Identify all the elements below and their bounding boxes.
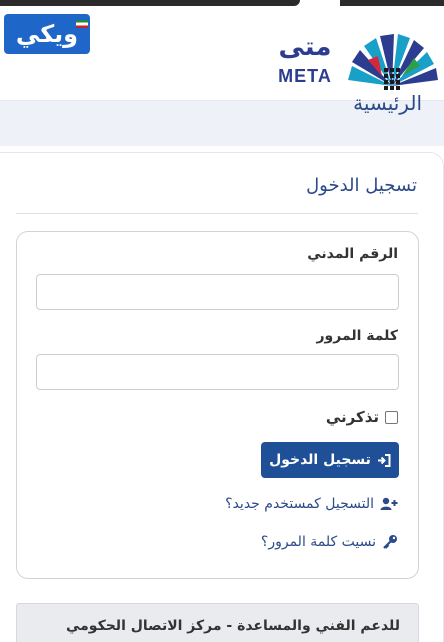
user-plus-icon — [380, 497, 398, 510]
password-label: كلمة المرور — [316, 328, 398, 344]
forgot-password-text: نسيت كلمة المرور؟ — [260, 534, 376, 550]
support-text: للدعم الفني والمساعدة - مركز الاتصال الح… — [65, 618, 400, 634]
register-link-text: التسجيل كمستخدم جديد؟ — [225, 496, 374, 512]
key-icon — [383, 535, 397, 549]
breadcrumb-home[interactable]: الرئيسية — [353, 91, 422, 115]
remember-me[interactable]: تذكرني — [326, 408, 398, 426]
title-divider — [16, 213, 418, 214]
meta-logo[interactable]: متى META — [270, 28, 442, 94]
forgot-password-link[interactable]: نسيت كلمة المرور؟ — [261, 532, 398, 552]
wiki-badge: ويكي — [4, 14, 90, 54]
civil-id-label: الرقم المدني — [307, 246, 398, 262]
login-form: الرقم المدني كلمة المرور تذكرني تسجيل ال… — [16, 231, 419, 579]
login-button-label: تسجيل الدخول — [269, 452, 371, 468]
kuwait-flag-icon — [76, 20, 88, 28]
login-title: تسجيل الدخول — [306, 175, 417, 196]
remember-label: تذكرني — [325, 408, 379, 426]
sign-in-icon — [377, 453, 391, 467]
meta-emblem-icon — [348, 34, 438, 90]
password-input[interactable] — [36, 354, 399, 390]
logo-arabic-text: متى — [278, 32, 332, 62]
wiki-badge-text: ويكي — [15, 20, 79, 48]
logo-english-text: META — [278, 66, 332, 86]
login-card: تسجيل الدخول الرقم المدني كلمة المرور تذ… — [0, 152, 444, 642]
breadcrumb: الرئيسية — [0, 91, 444, 146]
browser-edge — [340, 0, 444, 6]
support-bar: للدعم الفني والمساعدة - مركز الاتصال الح… — [16, 603, 419, 642]
url-bar-edge — [0, 0, 300, 6]
login-button[interactable]: تسجيل الدخول — [261, 442, 399, 478]
remember-checkbox[interactable] — [385, 410, 398, 424]
register-link[interactable]: التسجيل كمستخدم جديد؟ — [225, 494, 398, 514]
browser-top-strip — [0, 0, 444, 14]
civil-id-input[interactable] — [36, 274, 399, 310]
site-header: ويكي متى META — [0, 14, 444, 100]
